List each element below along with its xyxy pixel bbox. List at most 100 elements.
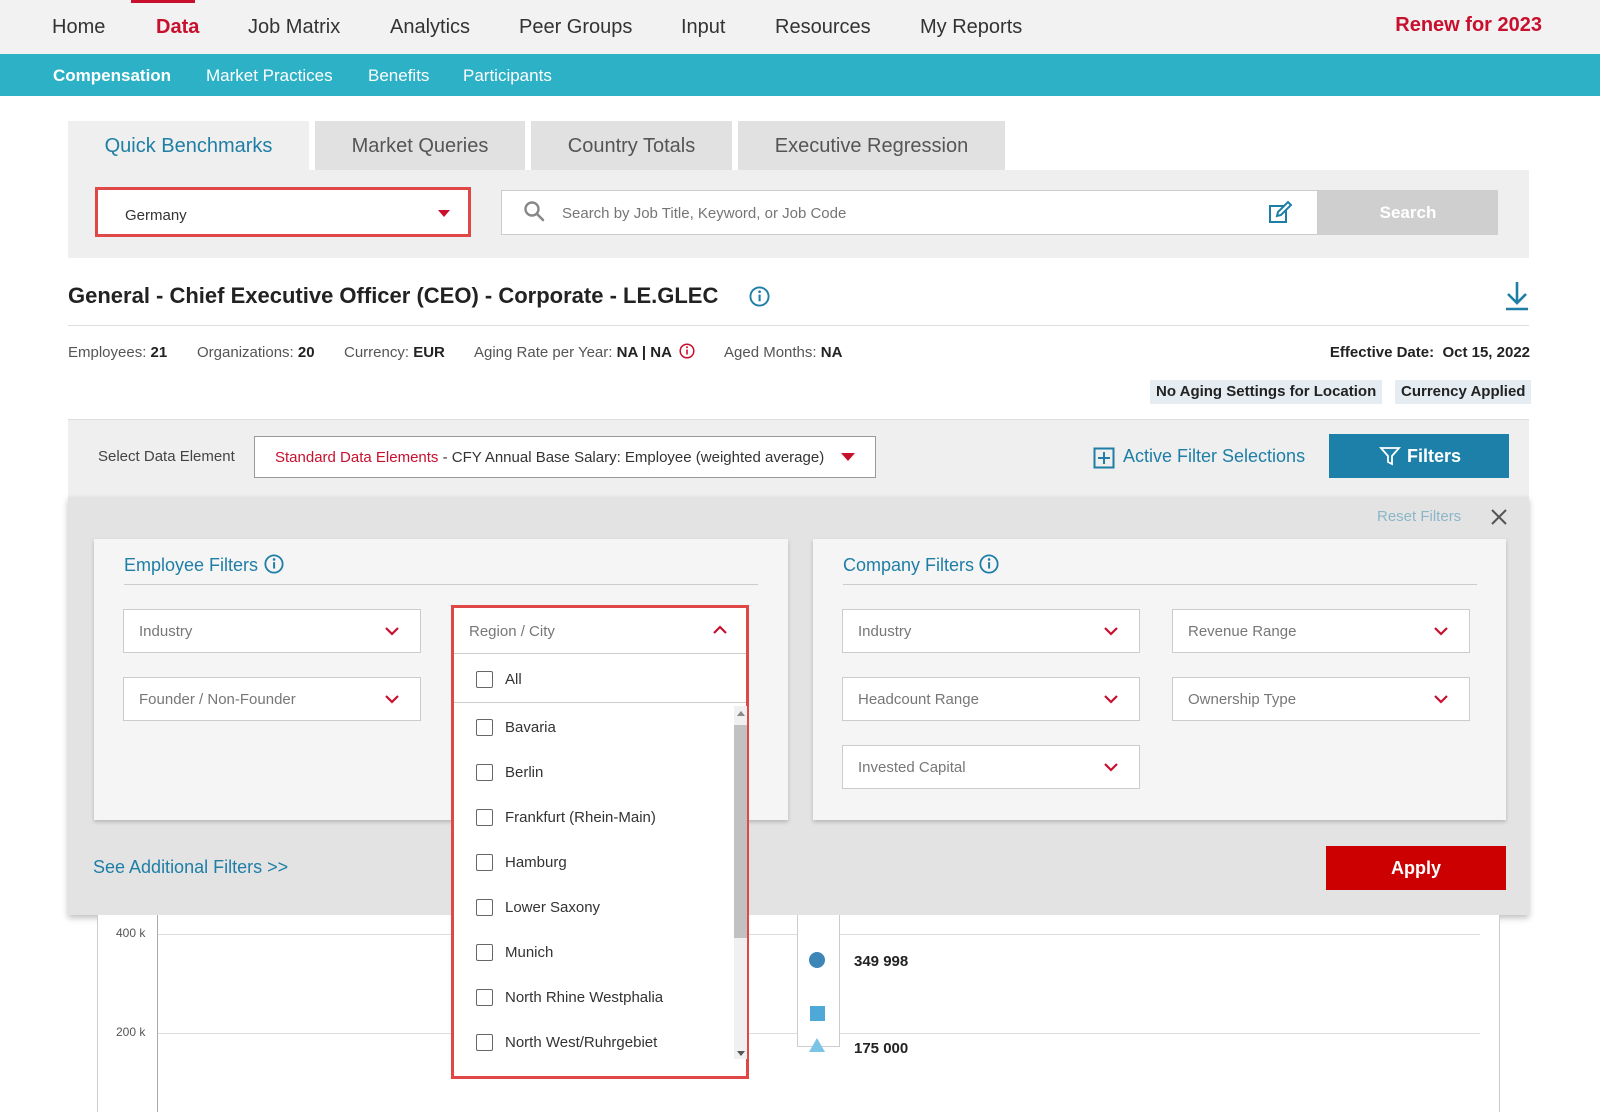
nav-input[interactable]: Input <box>681 16 725 39</box>
dropdown-label: Revenue Range <box>1188 623 1297 640</box>
data-element-value: Standard Data Elements - CFY Annual Base… <box>275 449 824 466</box>
nav-home[interactable]: Home <box>52 16 105 39</box>
info-icon[interactable] <box>749 286 770 307</box>
value-label: 175 000 <box>854 1040 909 1057</box>
subnav-compensation[interactable]: Compensation <box>53 66 171 86</box>
scroll-down-arrow-icon[interactable] <box>737 1051 745 1056</box>
scrollbar-thumb[interactable] <box>734 725 747 938</box>
currency-applied-badge: Currency Applied <box>1395 380 1532 404</box>
chevron-down-icon <box>1104 627 1118 636</box>
data-element-prefix: Standard Data Elements <box>275 449 439 466</box>
checkbox[interactable] <box>476 1034 493 1051</box>
checkbox[interactable] <box>476 989 493 1006</box>
subnav-benefits[interactable]: Benefits <box>368 66 429 86</box>
nav-analytics[interactable]: Analytics <box>390 16 470 39</box>
job-title: General - Chief Executive Officer (CEO) … <box>68 283 719 308</box>
country-select[interactable]: Germany <box>95 187 471 237</box>
active-nav-indicator <box>131 0 195 3</box>
checkbox[interactable] <box>476 671 493 688</box>
y-tick-label: 400 k <box>116 926 146 940</box>
founder-dropdown[interactable]: Founder / Non-Founder <box>123 677 421 721</box>
chevron-down-icon <box>1434 695 1448 704</box>
checkbox[interactable] <box>476 764 493 781</box>
filters-button-label: Filters <box>1407 446 1462 466</box>
organizations-value: 20 <box>297 344 315 361</box>
organizations-count: Organizations: 20 <box>197 344 315 361</box>
option-label: All <box>505 671 522 688</box>
warning-info-icon[interactable] <box>679 343 695 359</box>
chevron-down-icon <box>385 695 399 704</box>
aging-label: Aging Rate per Year: <box>474 344 613 361</box>
dropdown-label: Region / City <box>469 623 555 640</box>
chevron-down-icon <box>1104 763 1118 772</box>
tab-country-totals[interactable]: Country Totals <box>531 121 732 171</box>
reset-filters-link[interactable]: Reset Filters <box>1377 508 1461 525</box>
circle-marker <box>809 952 825 968</box>
info-icon[interactable] <box>264 554 284 574</box>
tab-market-queries[interactable]: Market Queries <box>315 121 525 171</box>
employee-filters-title: Employee Filters <box>124 555 259 575</box>
chevron-up-icon <box>713 625 727 634</box>
search-input[interactable] <box>562 201 1262 225</box>
data-element-select[interactable]: Standard Data Elements - CFY Annual Base… <box>254 436 876 478</box>
funnel-icon <box>1379 447 1401 466</box>
subnav-market-practices[interactable]: Market Practices <box>206 66 333 86</box>
nav-resources[interactable]: Resources <box>775 16 871 39</box>
search-box <box>501 190 1318 235</box>
aged-label: Aged Months: <box>724 344 817 361</box>
active-filter-selections-link[interactable]: Active Filter Selections <box>1123 446 1305 467</box>
invested-capital-dropdown[interactable]: Invested Capital <box>842 745 1140 789</box>
aged-value: NA <box>820 344 843 361</box>
option-label: Munich <box>505 944 554 961</box>
apply-button[interactable]: Apply <box>1326 846 1506 890</box>
organizations-label: Organizations: <box>197 344 294 361</box>
divider <box>454 702 746 703</box>
nav-my-reports[interactable]: My Reports <box>920 16 1022 39</box>
download-icon[interactable] <box>1503 280 1531 312</box>
effective-label: Effective Date: <box>1329 344 1435 361</box>
close-icon[interactable] <box>1489 507 1509 527</box>
checkbox[interactable] <box>476 899 493 916</box>
scroll-up-arrow-icon[interactable] <box>737 711 745 716</box>
search-icon <box>524 201 545 222</box>
option-label: Berlin <box>505 764 544 781</box>
chevron-down-icon <box>1104 695 1118 704</box>
headcount-range-dropdown[interactable]: Headcount Range <box>842 677 1140 721</box>
aging-value: NA | NA <box>616 344 672 361</box>
employee-industry-dropdown[interactable]: Industry <box>123 609 421 653</box>
value-label: 349 998 <box>854 953 909 970</box>
renew-link[interactable]: Renew for 2023 <box>1395 14 1542 37</box>
checkbox[interactable] <box>476 944 493 961</box>
company-industry-dropdown[interactable]: Industry <box>842 609 1140 653</box>
info-icon[interactable] <box>979 554 999 574</box>
triangle-marker <box>809 1038 825 1052</box>
option-label: Hamburg <box>505 854 567 871</box>
nav-peer-groups[interactable]: Peer Groups <box>519 16 632 39</box>
search-button[interactable]: Search <box>1318 190 1498 235</box>
nav-data[interactable]: Data <box>156 16 199 39</box>
region-city-dropdown-header[interactable]: Region / City <box>454 608 746 654</box>
checkbox[interactable] <box>476 719 493 736</box>
plus-box-icon[interactable] <box>1093 447 1115 469</box>
top-navigation: Home Data Job Matrix Analytics Peer Grou… <box>0 0 1600 54</box>
nav-job-matrix[interactable]: Job Matrix <box>248 16 340 39</box>
divider <box>68 325 1529 326</box>
checkbox[interactable] <box>476 809 493 826</box>
dropdown-label: Industry <box>139 623 193 640</box>
dropdown-label: Ownership Type <box>1188 691 1297 708</box>
checkbox[interactable] <box>476 854 493 871</box>
tab-quick-benchmarks[interactable]: Quick Benchmarks <box>68 121 309 171</box>
see-additional-filters-link[interactable]: See Additional Filters >> <box>93 857 288 878</box>
filters-button[interactable]: Filters <box>1329 434 1509 478</box>
aged-months: Aged Months: NA <box>724 344 842 361</box>
employees-value: 21 <box>150 344 168 361</box>
subnav-participants[interactable]: Participants <box>463 66 552 86</box>
edit-icon[interactable] <box>1267 200 1293 226</box>
tab-executive-regression[interactable]: Executive Regression <box>738 121 1005 171</box>
dropdown-label: Headcount Range <box>858 691 979 708</box>
currency-info: Currency: EUR <box>344 344 445 361</box>
revenue-range-dropdown[interactable]: Revenue Range <box>1172 609 1470 653</box>
region-city-dropdown[interactable]: Region / City All Bavaria Berlin Frankfu… <box>451 605 749 1079</box>
marker-legend-box <box>797 915 840 1047</box>
ownership-type-dropdown[interactable]: Ownership Type <box>1172 677 1470 721</box>
